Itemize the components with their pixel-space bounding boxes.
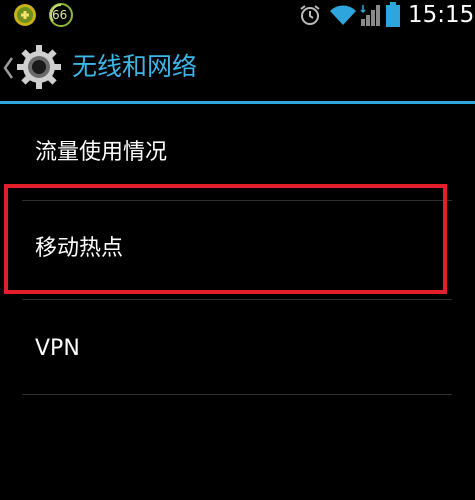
list-item-label: 流量使用情况	[35, 140, 168, 165]
divider	[22, 394, 452, 395]
signal-icon	[360, 5, 380, 26]
chevron-left-icon[interactable]	[2, 56, 14, 80]
action-bar[interactable]: 无线和网络	[0, 30, 475, 101]
status-time: 15:15	[408, 2, 475, 28]
list-item-vpn[interactable]: VPN	[0, 300, 475, 394]
notification-badge-text: 66	[52, 8, 68, 22]
gear-icon	[17, 45, 61, 89]
app-notification-icon	[14, 4, 36, 26]
speed-badge-icon: 66	[48, 3, 74, 27]
status-bar: 66 15:15	[0, 0, 475, 30]
highlight-box	[4, 184, 447, 294]
list-item-label: VPN	[35, 336, 80, 361]
battery-icon	[386, 2, 400, 27]
wifi-icon	[330, 5, 356, 25]
page-title: 无线和网络	[72, 52, 198, 81]
alarm-icon	[300, 5, 320, 25]
